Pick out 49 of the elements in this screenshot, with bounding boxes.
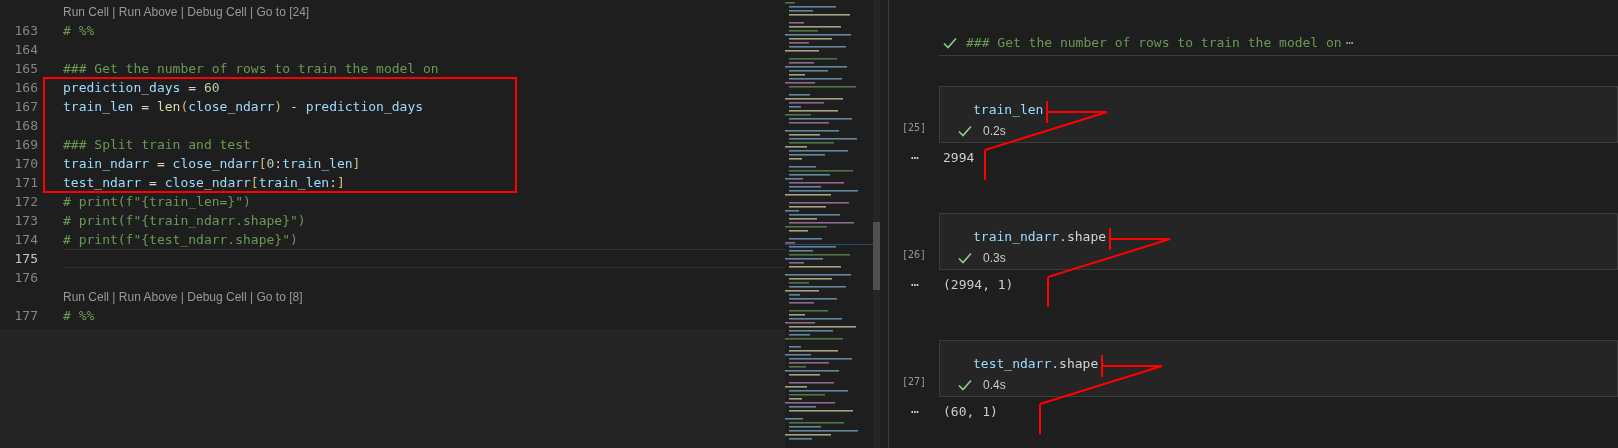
code-line: # print(f"{train_len=}") [63,192,251,211]
line-number: 175 [13,249,39,268]
code-cell[interactable]: train_ndarr.shape 0.3s [939,213,1618,270]
code-line: train_ndarr = close_ndarr[0:train_len] [63,154,361,173]
line-number: 167 [13,97,39,116]
execution-count: [25] [901,121,928,135]
code-line: ### Get the number of rows to train the model on [63,59,439,78]
codelens-links[interactable]: Run Cell | Run Above | Debug Cell | Go to [24] [63,2,310,21]
execution-count: [26] [901,248,928,262]
codelens-links[interactable]: Run Cell | Run Above | Debug Cell | Go to [8] [63,287,303,306]
execution-time: 0.3s [983,250,1006,267]
scrollbar[interactable] [873,0,880,448]
code-cell[interactable]: test_ndarr.shape 0.4s [939,340,1618,397]
line-number: 164 [13,40,39,59]
execution-time: 0.4s [983,377,1006,394]
cell-output: (60, 1) [943,404,998,420]
output-menu-button[interactable]: ⋯ [894,148,939,168]
line-number: 173 [13,211,39,230]
line-number: 169 [13,135,39,154]
output-menu-button[interactable]: ⋯ [894,275,939,295]
line-number: 170 [13,154,39,173]
cell-output: (2994, 1) [943,277,1014,293]
line-number: 171 [13,173,39,192]
cell-output: 2994 [943,150,975,166]
line-number: 176 [13,268,39,287]
cell-code: test_ndarr.shape [973,354,1099,373]
execution-time: 0.2s [983,123,1006,140]
more-button[interactable]: ⋯ [1345,32,1354,53]
output-menu-button[interactable]: ⋯ [894,402,939,422]
cell-code: train_ndarr.shape [973,227,1107,246]
code-line: test_ndarr = close_ndarr[train_len:] [63,173,345,192]
code-line: ### Split train and test [63,135,251,154]
line-number: 168 [13,116,39,135]
code-cell[interactable]: train_len 0.2s [939,86,1618,143]
line-number: 163 [13,21,39,40]
markdown-heading: ### Get the number of rows to train the model on [966,33,1342,52]
line-number: 174 [13,230,39,249]
code-line: # print(f"{test_ndarr.shape}") [63,230,298,249]
execution-count: [27] [901,375,928,389]
code-line: # %% [63,306,95,325]
line-number: 165 [13,59,39,78]
code-line: # %% [63,21,95,40]
line-number: 177 [13,306,39,325]
cell-code: train_len [973,100,1044,119]
code-line: # print(f"{train_ndarr.shape}") [63,211,306,230]
code-line: prediction_days = 60 [63,78,220,97]
line-number: 172 [13,192,39,211]
line-number: 166 [13,78,39,97]
code-line: train_len = len(close_ndarr) - prediction_days [63,97,424,116]
